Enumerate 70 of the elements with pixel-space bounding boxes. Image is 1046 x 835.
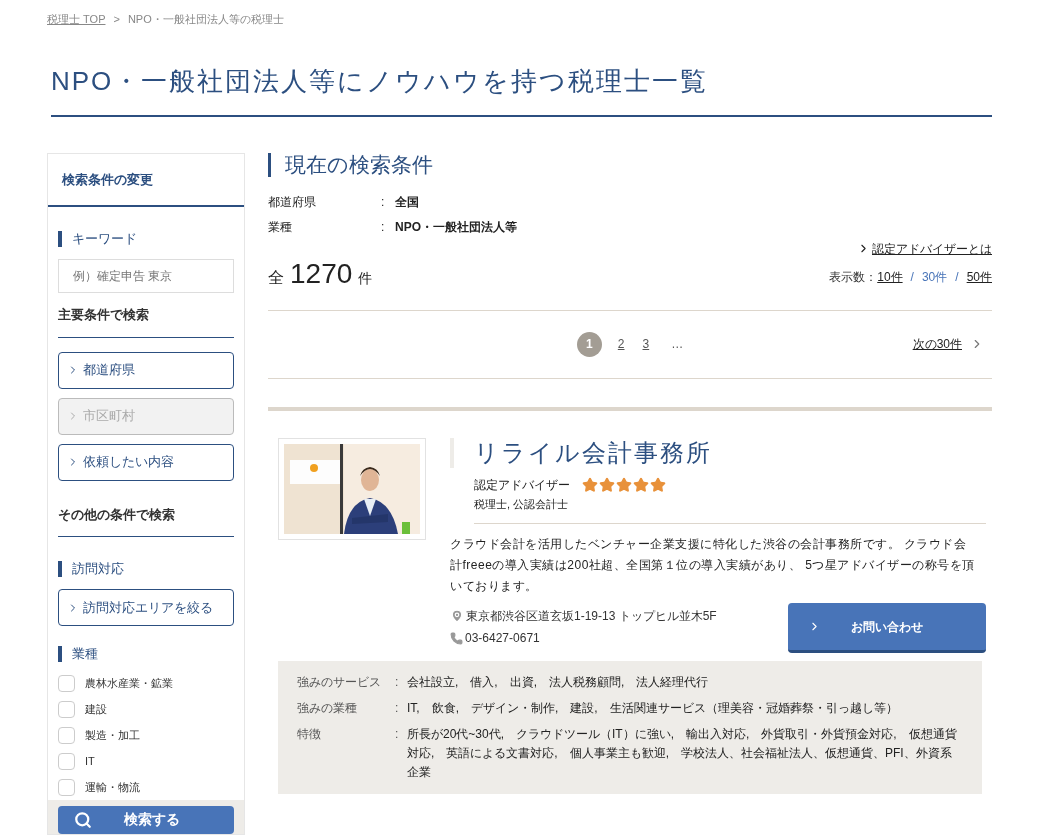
star-icon bbox=[650, 476, 666, 493]
phone-icon bbox=[450, 631, 463, 645]
breadcrumb-link[interactable]: 税理士 TOP bbox=[47, 11, 106, 28]
filter-button[interactable]: 依頼したい内容 bbox=[58, 443, 234, 481]
per-page-separator: / bbox=[910, 268, 914, 286]
detail-label: 特徴 bbox=[297, 726, 322, 743]
condition-label: 業種 bbox=[268, 218, 293, 236]
office-address: 東京都渋谷区道玄坂1-19-13 トップヒル並木5F bbox=[466, 608, 717, 625]
filter-button[interactable]: 都道府県 bbox=[58, 351, 234, 389]
detail-value: 所長が20代~30代, クラウドツール（IT）に強い, 輸出入対応, 外貨取引・外貨預金対応, 仮想通貨対応, 英語による文書対応, 個人事業主も歓迎, 学校法人、社会福祉法人、仮想通貨、PFI、外資系企業 bbox=[407, 726, 958, 781]
option-label: 製造・加工 bbox=[85, 728, 140, 744]
condition-separator: : bbox=[381, 218, 386, 236]
next-page-link[interactable]: 次の30件 bbox=[912, 335, 984, 353]
total-count: 1270 bbox=[290, 257, 353, 290]
condition-label: 都道府県 bbox=[268, 193, 317, 211]
checkbox[interactable] bbox=[58, 779, 75, 796]
office-name: リライル会計事務所 bbox=[450, 437, 978, 468]
page-title: NPO・一般社団法人等にノウハウを持つ税理士一覧 bbox=[51, 61, 992, 117]
per-page-option[interactable]: 30件 bbox=[921, 267, 948, 286]
option-label: 運輸・物流 bbox=[85, 780, 140, 796]
per-page-label: 表示数： bbox=[829, 268, 878, 286]
section-heading: 主要条件で検索 bbox=[58, 305, 234, 338]
option-label: 建設 bbox=[85, 702, 107, 718]
detail-value: IT, 飲食, デザイン・制作, 建設, 生活関連サービス（理美容・冠婚葬祭・引っ越し等） bbox=[407, 700, 898, 717]
qualifications: 税理士, 公認会計士 bbox=[474, 495, 986, 524]
search-icon bbox=[74, 810, 92, 829]
condition-value: 全国 bbox=[395, 193, 419, 211]
keyword-field[interactable]: 例）確定申告 東京 bbox=[58, 259, 234, 293]
search-button[interactable]: 検索する bbox=[58, 805, 234, 834]
page-link[interactable]: 2 bbox=[615, 335, 627, 353]
detail-label: 強みのサービス bbox=[297, 674, 382, 691]
detail-label: 強みの業種 bbox=[297, 700, 358, 717]
star-icon bbox=[582, 476, 598, 493]
location-icon bbox=[450, 609, 464, 623]
filter-button[interactable]: 訪問対応エリアを絞る bbox=[58, 589, 234, 626]
advisor-link[interactable]: 認定アドバイザーとは bbox=[857, 239, 992, 258]
detail-separator: : bbox=[395, 700, 400, 717]
office-description: クラウド会計を活用したベンチャー企業支援に特化した渋谷の会計事務所です。 クラウド会計freeeの導入実績は200社超、全国第１位の導入実績があり、 5つ星アドバイザーの称号を頂いております。 bbox=[450, 536, 976, 595]
per-page-option[interactable]: 10件 bbox=[877, 267, 903, 286]
page-link[interactable]: 3 bbox=[640, 335, 652, 353]
condition-separator: : bbox=[381, 193, 386, 211]
breadcrumb-current: NPO・一般社団法人等の税理士 bbox=[127, 12, 284, 27]
per-page-option[interactable]: 50件 bbox=[966, 267, 992, 286]
detail-separator: : bbox=[395, 726, 400, 743]
detail-separator: : bbox=[395, 674, 400, 691]
office-phone: 03-6427-0671 bbox=[465, 630, 540, 647]
per-page-separator: / bbox=[955, 268, 959, 286]
advisor-label: 認定アドバイザー bbox=[474, 476, 570, 494]
checkbox[interactable] bbox=[58, 675, 75, 692]
contact-button[interactable]: お問い合わせ bbox=[788, 603, 986, 653]
section-title: 現在の検索条件 bbox=[268, 152, 992, 177]
option-label: 農林水産業・鉱業 bbox=[85, 676, 173, 692]
filter-label: キーワード bbox=[58, 231, 234, 247]
pagination-ellipsis: … bbox=[671, 336, 684, 353]
star-icon bbox=[599, 476, 615, 493]
total-suffix: 件 bbox=[358, 268, 373, 288]
checkbox[interactable] bbox=[58, 727, 75, 744]
star-icon bbox=[616, 476, 632, 493]
option-label: IT bbox=[85, 754, 95, 770]
star-icon bbox=[633, 476, 649, 493]
checkbox[interactable] bbox=[58, 701, 75, 718]
total-prefix: 全 bbox=[268, 267, 284, 288]
condition-value: NPO・一般社団法人等 bbox=[395, 218, 517, 236]
sidebar-heading: 検索条件の変更 bbox=[48, 153, 244, 207]
filter-label: 訪問対応 bbox=[58, 561, 234, 577]
filter-label: 業種 bbox=[58, 646, 234, 662]
section-heading: その他の条件で検索 bbox=[58, 504, 234, 537]
breadcrumb-separator: > bbox=[113, 12, 120, 27]
detail-value: 会社設立, 借入, 出資, 法人税務顧問, 法人経理代行 bbox=[407, 674, 709, 691]
checkbox[interactable] bbox=[58, 753, 75, 770]
